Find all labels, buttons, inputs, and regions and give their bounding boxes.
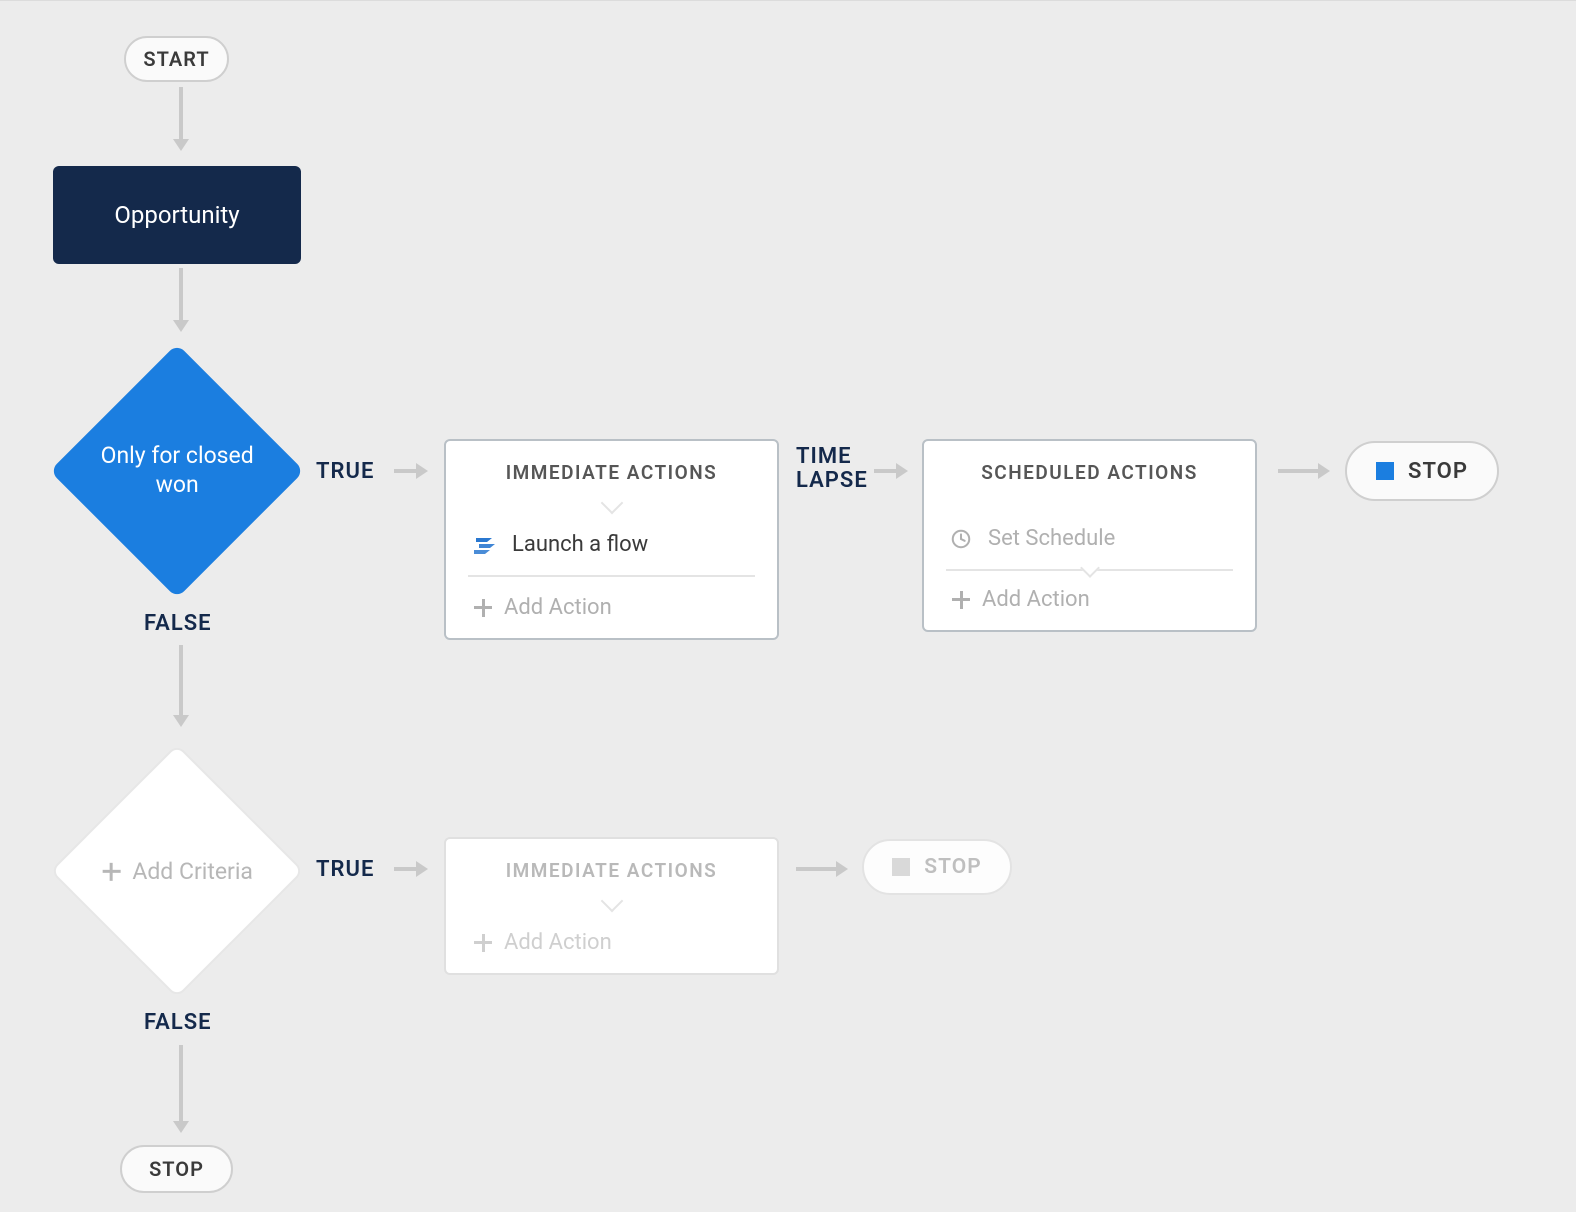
arrow-criteria2-to-immediate [394, 861, 428, 877]
add-action-1[interactable]: Add Action [446, 577, 777, 638]
set-schedule-label: Set Schedule [988, 526, 1115, 551]
scheduled-actions-title: SCHEDULED ACTIONS [924, 441, 1255, 502]
immediate-actions-title-2: IMMEDIATE ACTIONS [446, 839, 777, 900]
stop-label: STOP [1408, 459, 1468, 484]
criteria-node-1[interactable]: Only for closed won [50, 344, 305, 599]
add-action-2[interactable]: Add Action [446, 912, 777, 973]
clock-icon [950, 528, 972, 550]
add-action-label: Add Action [504, 595, 612, 620]
arrow-criteria2-down [173, 1045, 189, 1133]
plus-icon [472, 932, 494, 954]
start-label: START [143, 47, 209, 71]
flow-icon [472, 533, 496, 557]
action-launch-flow[interactable]: Launch a flow [446, 514, 777, 575]
scheduled-actions-panel: SCHEDULED ACTIONS Set Schedule Add Actio… [922, 439, 1257, 632]
arrow-criteria1-down [173, 645, 189, 727]
immediate-actions-title-1: IMMEDIATE ACTIONS [446, 441, 777, 502]
arrow-object-to-criteria1 [173, 268, 189, 332]
time-lapse-label: TIME LAPSE [796, 445, 868, 493]
arrow-scheduled-to-stop [1278, 463, 1330, 479]
criteria2-true-label: TRUE [316, 857, 374, 882]
criteria-2-label: Add Criteria [133, 858, 254, 885]
process-builder-canvas: START Opportunity Only for closed won FA… [0, 0, 1576, 1212]
object-label: Opportunity [114, 201, 239, 229]
stop-icon [892, 858, 910, 876]
object-node[interactable]: Opportunity [53, 166, 301, 264]
add-action-label: Add Action [504, 930, 612, 955]
criteria-node-2[interactable]: Add Criteria [50, 744, 305, 999]
criteria1-false-label: FALSE [144, 611, 212, 636]
stop-label: STOP [924, 855, 981, 879]
stop-icon [1376, 462, 1394, 480]
stop-node-3: STOP [120, 1145, 233, 1193]
plus-icon [950, 589, 972, 611]
arrow-immediate2-to-stop [796, 861, 848, 877]
criteria1-true-label: TRUE [316, 459, 374, 484]
arrow-criteria1-to-immediate [394, 463, 428, 479]
criteria-1-label: Only for closed won [100, 442, 253, 498]
arrow-immediate-to-scheduled [874, 463, 908, 479]
stop-node-1[interactable]: STOP [1345, 441, 1499, 501]
immediate-actions-panel-2: IMMEDIATE ACTIONS Add Action [444, 837, 779, 975]
add-action-label: Add Action [982, 587, 1090, 612]
plus-icon [101, 860, 123, 882]
stop-node-2[interactable]: STOP [862, 839, 1012, 895]
criteria2-false-label: FALSE [144, 1010, 212, 1035]
plus-icon [472, 597, 494, 619]
stop-label: STOP [149, 1157, 204, 1181]
action-launch-flow-label: Launch a flow [512, 532, 648, 557]
arrow-start-to-object [173, 87, 189, 151]
start-node: START [124, 36, 229, 82]
immediate-actions-panel-1: IMMEDIATE ACTIONS Launch a flow Add Acti… [444, 439, 779, 640]
